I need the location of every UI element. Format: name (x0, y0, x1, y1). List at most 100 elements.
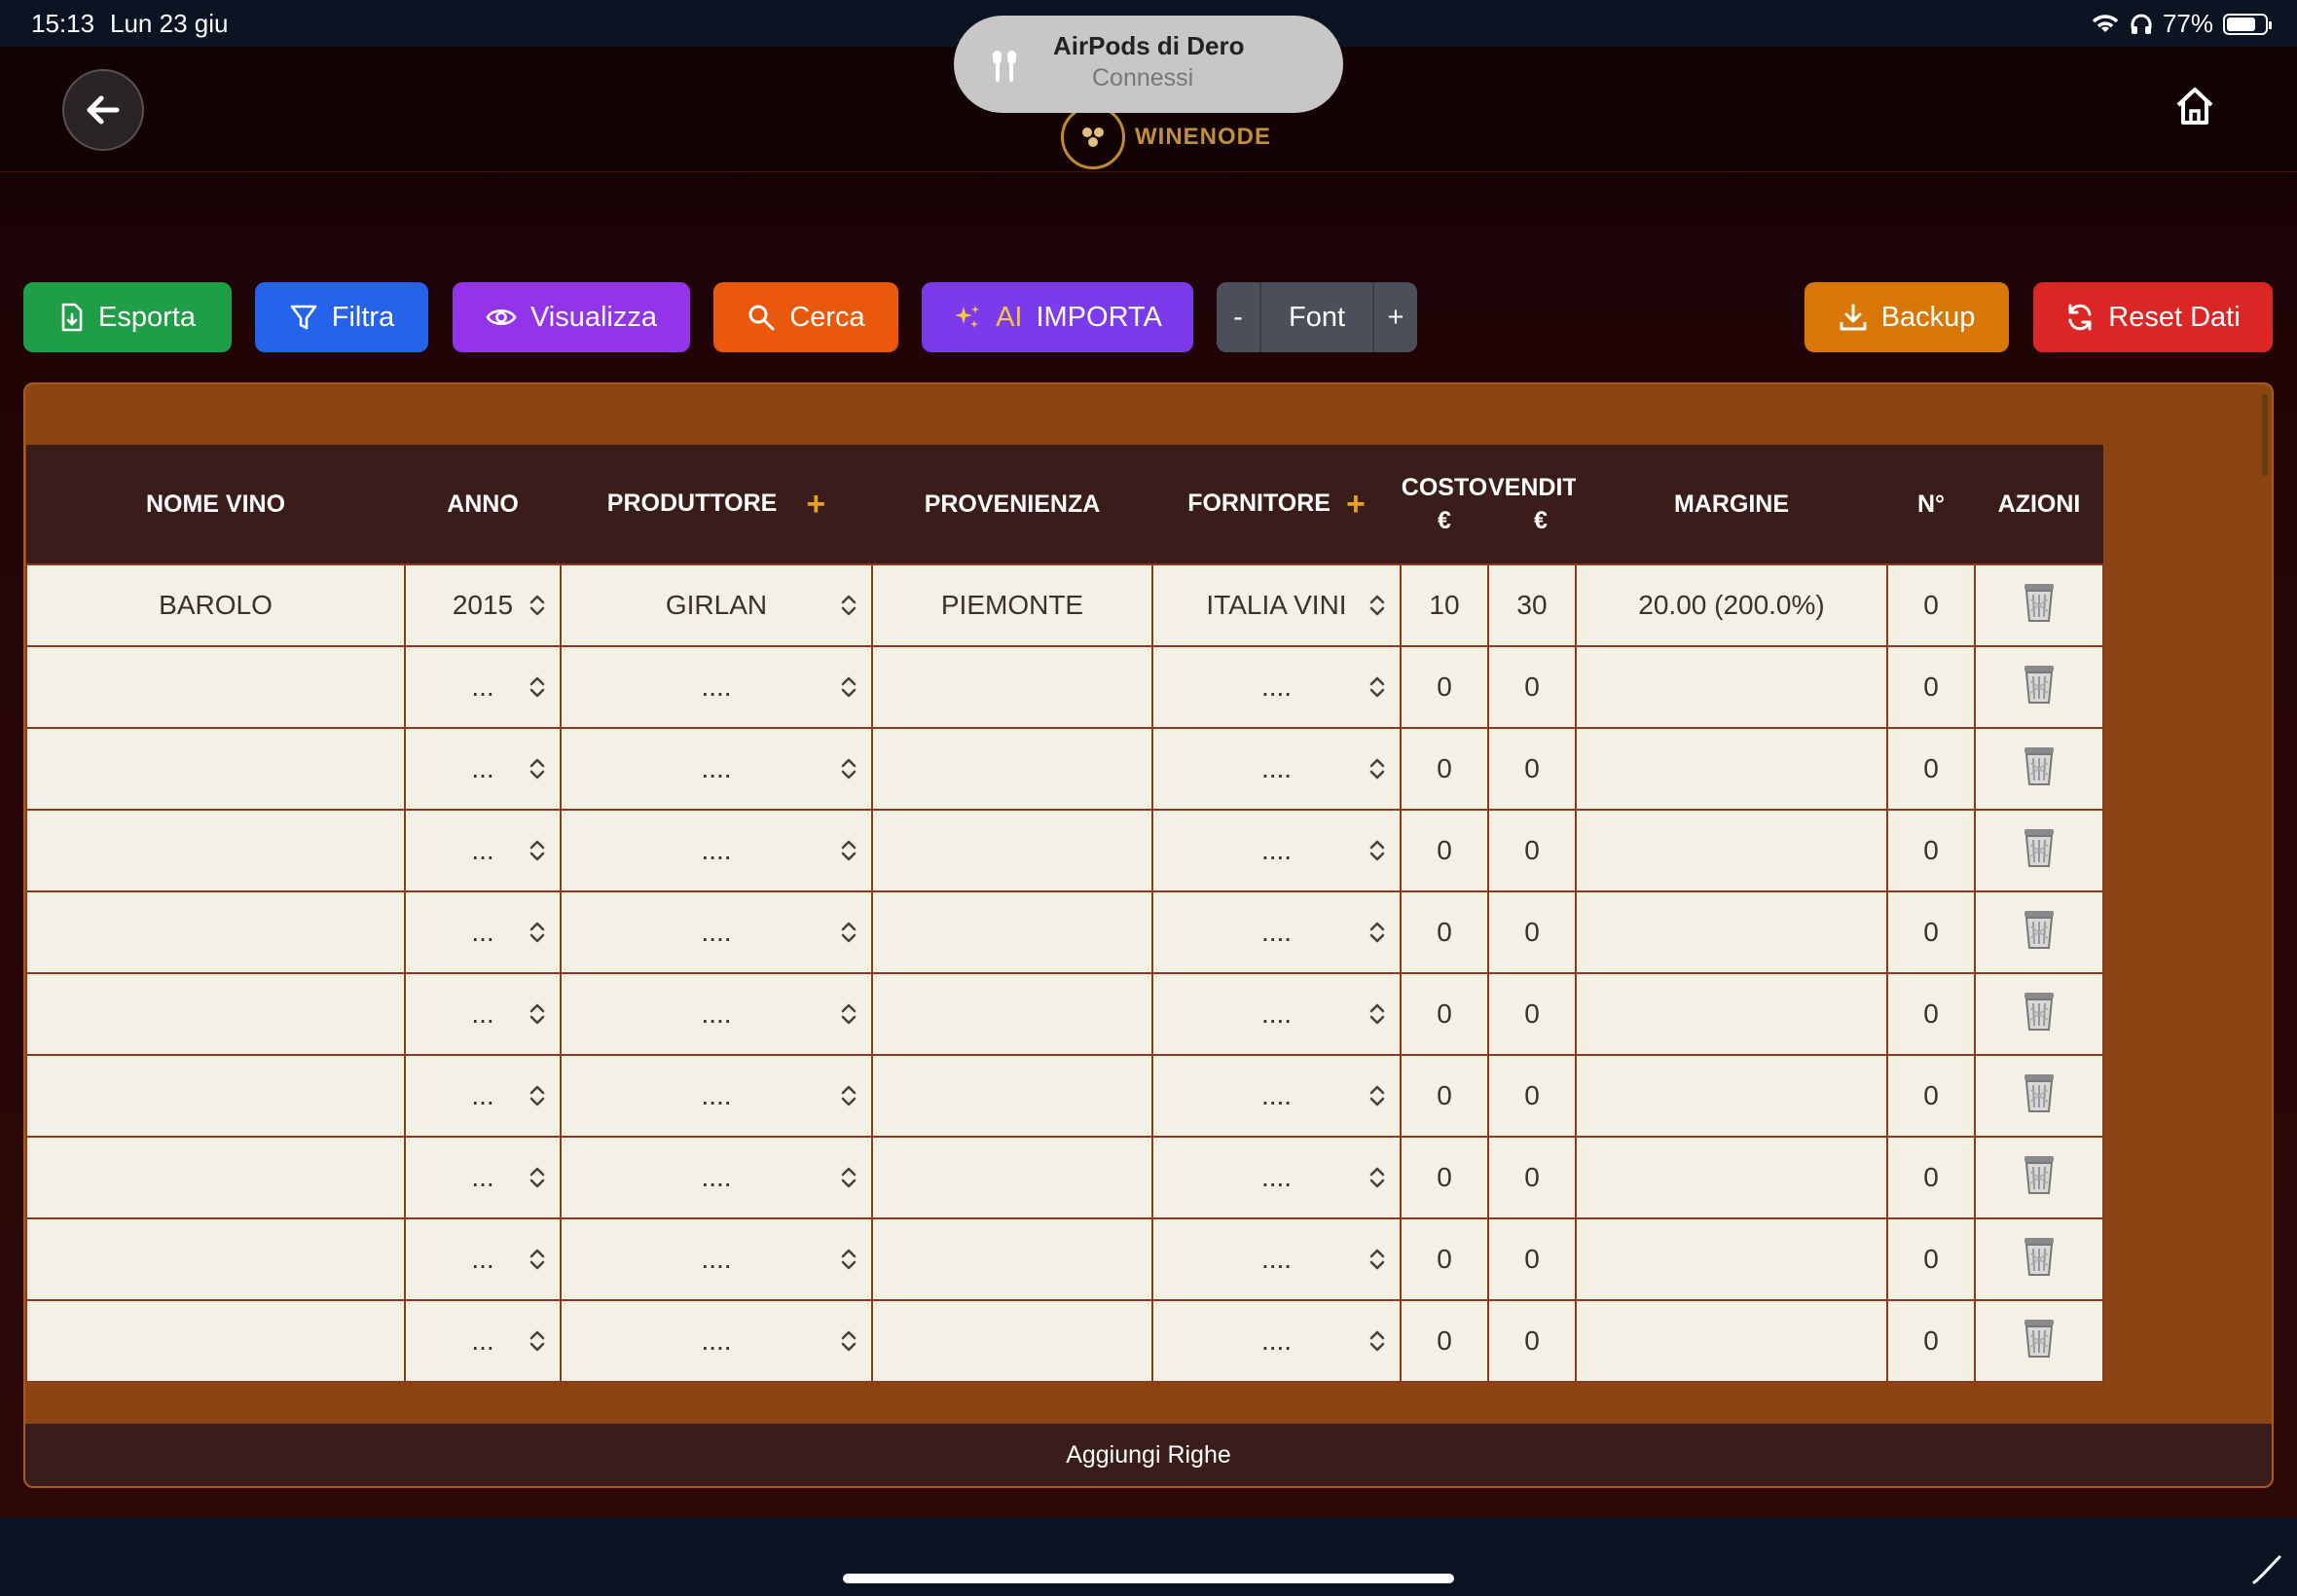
font-decrease-button[interactable]: - (1217, 282, 1259, 352)
cell-name[interactable] (25, 1136, 406, 1219)
cell-qty[interactable]: 0 (1886, 727, 1976, 811)
cell-producer-select[interactable]: .... (560, 972, 873, 1056)
delete-row-button[interactable] (2022, 583, 2057, 629)
cell-cost[interactable]: 0 (1400, 1299, 1489, 1383)
cell-name[interactable] (25, 1054, 406, 1138)
cell-year-select[interactable]: ... (404, 727, 562, 811)
cell-qty[interactable]: 0 (1886, 809, 1976, 892)
cell-qty[interactable]: 0 (1886, 645, 1976, 729)
cell-name[interactable] (25, 727, 406, 811)
cell-sale[interactable]: 0 (1487, 890, 1577, 974)
cell-cost[interactable]: 0 (1400, 972, 1489, 1056)
col-header-cost[interactable]: COSTO € (1401, 445, 1488, 564)
cell-supplier-select[interactable]: .... (1151, 809, 1402, 892)
cell-sale[interactable]: 0 (1487, 1217, 1577, 1301)
cell-sale[interactable]: 0 (1487, 727, 1577, 811)
cell-name[interactable] (25, 972, 406, 1056)
cell-producer-select[interactable]: .... (560, 1136, 873, 1219)
cell-supplier-select[interactable]: ITALIA VINI (1151, 563, 1402, 647)
cell-cost[interactable]: 10 (1400, 563, 1489, 647)
cell-supplier-select[interactable]: .... (1151, 972, 1402, 1056)
col-header-qty[interactable]: N° (1887, 445, 1975, 564)
cell-supplier-select[interactable]: .... (1151, 1136, 1402, 1219)
cell-name[interactable]: BAROLO (25, 563, 406, 647)
cell-year-select[interactable]: ... (404, 645, 562, 729)
back-button[interactable] (62, 69, 144, 151)
cell-cost[interactable]: 0 (1400, 1217, 1489, 1301)
cell-origin[interactable] (871, 972, 1153, 1056)
cell-sale[interactable]: 0 (1487, 645, 1577, 729)
filter-button[interactable]: Filtra (255, 282, 428, 352)
cell-year-select[interactable]: 2015 (404, 563, 562, 647)
cell-origin[interactable] (871, 727, 1153, 811)
cell-cost[interactable]: 0 (1400, 1054, 1489, 1138)
col-header-origin[interactable]: PROVENIENZA (872, 445, 1152, 564)
cell-year-select[interactable]: ... (404, 1054, 562, 1138)
cell-sale[interactable]: 0 (1487, 1054, 1577, 1138)
cell-qty[interactable]: 0 (1886, 1054, 1976, 1138)
delete-row-button[interactable] (2022, 828, 2057, 874)
delete-row-button[interactable] (2022, 1237, 2057, 1283)
cell-producer-select[interactable]: .... (560, 1217, 873, 1301)
delete-row-button[interactable] (2022, 1155, 2057, 1201)
delete-row-button[interactable] (2022, 746, 2057, 792)
cell-cost[interactable]: 0 (1400, 727, 1489, 811)
home-button[interactable] (2172, 84, 2217, 128)
cell-cost[interactable]: 0 (1400, 645, 1489, 729)
cell-origin[interactable] (871, 1054, 1153, 1138)
search-button[interactable]: Cerca (713, 282, 898, 352)
cell-year-select[interactable]: ... (404, 1136, 562, 1219)
cell-origin[interactable] (871, 1136, 1153, 1219)
cell-year-select[interactable]: ... (404, 1217, 562, 1301)
cell-qty[interactable]: 0 (1886, 890, 1976, 974)
cell-supplier-select[interactable]: .... (1151, 1299, 1402, 1383)
cell-name[interactable] (25, 1217, 406, 1301)
ai-import-button[interactable]: AI IMPORTA (922, 282, 1193, 352)
cell-cost[interactable]: 0 (1400, 890, 1489, 974)
cell-cost[interactable]: 0 (1400, 1136, 1489, 1219)
backup-button[interactable]: Backup (1805, 282, 2009, 352)
cell-year-select[interactable]: ... (404, 809, 562, 892)
cell-producer-select[interactable]: .... (560, 727, 873, 811)
cell-name[interactable] (25, 645, 406, 729)
delete-row-button[interactable] (2022, 1319, 2057, 1364)
cell-cost[interactable]: 0 (1400, 809, 1489, 892)
cell-sale[interactable]: 0 (1487, 1299, 1577, 1383)
delete-row-button[interactable] (2022, 992, 2057, 1037)
cell-year-select[interactable]: ... (404, 1299, 562, 1383)
cell-producer-select[interactable]: .... (560, 645, 873, 729)
view-button[interactable]: Visualizza (453, 282, 690, 352)
font-increase-button[interactable]: + (1374, 282, 1417, 352)
cell-origin[interactable] (871, 645, 1153, 729)
reset-data-button[interactable]: Reset Dati (2033, 282, 2273, 352)
cell-origin[interactable] (871, 890, 1153, 974)
col-header-year[interactable]: ANNO (405, 445, 561, 564)
supplier-header-label[interactable]: FORNITORE (1187, 490, 1331, 517)
delete-row-button[interactable] (2022, 910, 2057, 956)
cell-origin[interactable] (871, 1299, 1153, 1383)
scrollbar[interactable] (2262, 394, 2268, 476)
cell-supplier-select[interactable]: .... (1151, 890, 1402, 974)
cell-qty[interactable]: 0 (1886, 1136, 1976, 1219)
cell-name[interactable] (25, 890, 406, 974)
cell-producer-select[interactable]: .... (560, 1299, 873, 1383)
cell-supplier-select[interactable]: .... (1151, 645, 1402, 729)
cell-sale[interactable]: 0 (1487, 809, 1577, 892)
cell-producer-select[interactable]: GIRLAN (560, 563, 873, 647)
cell-supplier-select[interactable]: .... (1151, 1054, 1402, 1138)
add-rows-button[interactable]: Aggiungi Righe (25, 1424, 2272, 1486)
col-header-margin[interactable]: MARGINE (1576, 445, 1887, 564)
producer-header-label[interactable]: PRODUTTORE (607, 490, 778, 517)
col-header-name[interactable]: NOME VINO (26, 445, 405, 564)
add-producer-button[interactable]: + (806, 486, 825, 523)
delete-row-button[interactable] (2022, 665, 2057, 710)
add-supplier-button[interactable]: + (1346, 486, 1366, 523)
cell-supplier-select[interactable]: .... (1151, 727, 1402, 811)
cell-year-select[interactable]: ... (404, 890, 562, 974)
cell-qty[interactable]: 0 (1886, 1217, 1976, 1301)
pencil-icon[interactable] (2250, 1553, 2283, 1586)
col-header-sale[interactable]: VENDITA € (1488, 445, 1576, 564)
cell-producer-select[interactable]: .... (560, 890, 873, 974)
cell-qty[interactable]: 0 (1886, 972, 1976, 1056)
cell-year-select[interactable]: ... (404, 972, 562, 1056)
